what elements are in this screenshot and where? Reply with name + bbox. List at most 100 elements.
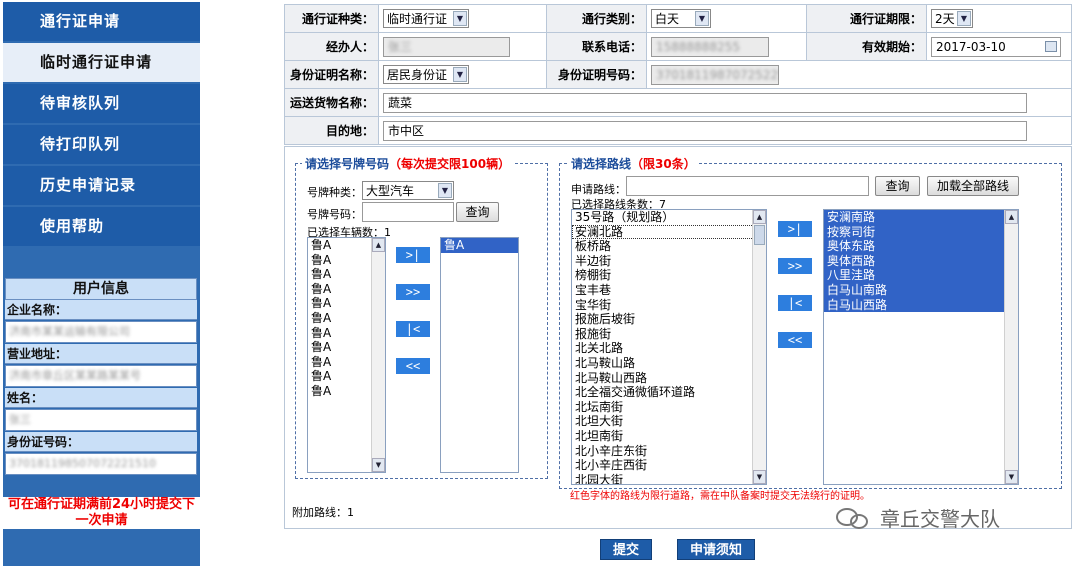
plate-remove-button[interactable]: |< — [396, 321, 430, 337]
id-type-select[interactable]: 居民身份证 ▼ — [383, 65, 469, 84]
scrollbar[interactable]: ▲ ▼ — [371, 238, 385, 472]
sidebar-item-history[interactable]: 历史申请记录 — [3, 166, 200, 205]
sidebar-item-help[interactable]: 使用帮助 — [3, 207, 200, 246]
address-label: 营业地址： — [5, 344, 197, 364]
list-item[interactable]: 北马鞍山路 — [572, 356, 766, 371]
id-no-input[interactable]: 370181198707252255 — [651, 64, 779, 85]
id-value: 370181198507072221510 — [5, 453, 197, 475]
extra-route-count: 附加路线：1 — [292, 506, 354, 519]
selected-plates-list[interactable]: 鲁A — [440, 237, 519, 473]
list-item[interactable]: 奥体西路 — [824, 253, 1018, 269]
route-add-button[interactable]: >| — [778, 221, 812, 237]
dest-label: 目的地： — [284, 116, 379, 145]
list-item[interactable]: 按察司街 — [824, 224, 1018, 240]
plate-remove-all-button[interactable]: << — [396, 358, 430, 374]
category-label: 通行类别： — [546, 4, 647, 33]
list-item[interactable]: 板桥路 — [572, 239, 766, 254]
scrollbar[interactable]: ▲ ▼ — [752, 210, 766, 484]
plate-add-all-button[interactable]: >> — [396, 284, 430, 300]
plate-query-button[interactable]: 查询 — [456, 202, 499, 222]
id-no-label: 身份证明号码： — [546, 60, 647, 89]
plate-type-select[interactable]: 大型汽车 ▼ — [362, 181, 454, 200]
list-item[interactable]: 白马山南路 — [824, 282, 1018, 298]
id-type-label: 身份证明名称： — [284, 60, 379, 89]
available-plates-list[interactable]: 鲁A 鲁A 鲁A 鲁A 鲁A 鲁A 鲁A 鲁A 鲁A 鲁A 鲁A ▲ ▼ — [307, 237, 386, 473]
plate-add-button[interactable]: >| — [396, 247, 430, 263]
list-item[interactable]: 安澜北路 — [572, 224, 766, 240]
goods-input[interactable]: 蔬菜 — [383, 92, 1027, 113]
phone-input[interactable]: 15888888255 — [651, 36, 769, 57]
list-item[interactable]: 北坦南街 — [572, 429, 766, 444]
list-item[interactable]: 35号路（规划路） — [572, 210, 766, 225]
watermark: 章丘交警大队 — [836, 503, 1000, 532]
address-value: 济南市章丘区某某路某某号 — [5, 365, 197, 387]
sidebar-item-pending-print[interactable]: 待打印队列 — [3, 125, 200, 164]
selected-routes-list[interactable]: 安澜南路 按察司街 奥体东路 奥体西路 八里洼路 白马山南路 白马山西路 ▲ ▼ — [823, 209, 1019, 485]
name-label: 姓名： — [5, 388, 197, 408]
plate-no-input[interactable] — [362, 202, 454, 222]
list-item[interactable]: 北园大街 — [572, 473, 766, 484]
sidebar-item-pass-apply[interactable]: 通行证申请 — [3, 2, 200, 41]
period-label: 通行证期限： — [806, 4, 927, 33]
list-item[interactable]: 榜棚街 — [572, 268, 766, 283]
list-item[interactable]: 奥体东路 — [824, 239, 1018, 254]
route-legend: 请选择路线（限30条） — [568, 155, 699, 172]
plate-legend: 请选择号牌号码（每次提交限100辆） — [302, 155, 514, 172]
chevron-down-icon: ▼ — [695, 11, 709, 26]
plate-type-label: 号牌种类： — [307, 186, 362, 199]
phone-label: 联系电话： — [546, 32, 647, 61]
list-item[interactable]: 北马鞍山西路 — [572, 371, 766, 386]
dest-input[interactable]: 市中区 — [383, 120, 1027, 141]
pass-type-label: 通行证种类： — [284, 4, 379, 33]
valid-start-input[interactable]: 2017-03-10 — [931, 36, 1061, 57]
scrollbar[interactable]: ▲ ▼ — [1004, 210, 1018, 484]
list-item[interactable]: 八里洼路 — [824, 268, 1018, 283]
user-info-panel: 用户信息 企业名称： 济南市某某运输有限公司 营业地址： 济南市章丘区某某路某某… — [5, 278, 197, 476]
application-notice-button[interactable]: 申请须知 — [677, 539, 755, 560]
handler-input[interactable]: 张三 — [383, 36, 510, 57]
list-item[interactable]: 北关北路 — [572, 341, 766, 356]
handler-label: 经办人： — [284, 32, 379, 61]
pass-type-select[interactable]: 临时通行证 ▼ — [383, 9, 469, 28]
category-select[interactable]: 白天 ▼ — [651, 9, 711, 28]
chevron-down-icon: ▼ — [453, 67, 467, 82]
sidebar-item-temp-pass-apply[interactable]: 临时通行证申请 — [3, 43, 200, 82]
list-item[interactable]: 宝华街 — [572, 298, 766, 313]
list-item[interactable]: 宝丰巷 — [572, 283, 766, 298]
calendar-icon[interactable] — [1045, 41, 1057, 52]
list-item[interactable]: 北小辛庄西街 — [572, 458, 766, 473]
list-item[interactable]: 半边街 — [572, 254, 766, 269]
sidebar-item-pending-review[interactable]: 待审核队列 — [3, 84, 200, 123]
route-add-all-button[interactable]: >> — [778, 258, 812, 274]
list-item[interactable]: 鲁A — [441, 238, 518, 253]
list-item[interactable]: 北坦大街 — [572, 414, 766, 429]
plate-selection-box: 请选择号牌号码（每次提交限100辆） 号牌种类： 大型汽车 ▼ 号牌号码： 查询 … — [295, 155, 548, 479]
available-routes-list[interactable]: 35号路（规划路） 安澜北路 板桥路 半边街 榜棚街 宝丰巷 宝华街 报施后坡街 报施街 北关北路… — [571, 209, 767, 485]
route-label: 申请路线： — [571, 183, 626, 196]
user-info-title: 用户信息 — [5, 278, 197, 300]
chevron-down-icon: ▼ — [453, 11, 467, 26]
route-input[interactable] — [626, 176, 869, 196]
load-all-routes-button[interactable]: 加载全部路线 — [927, 176, 1019, 196]
list-item[interactable]: 白马山西路 — [824, 297, 1018, 313]
list-item[interactable]: 安澜南路 — [824, 210, 1018, 225]
route-remove-all-button[interactable]: << — [778, 332, 812, 348]
chevron-down-icon: ▼ — [438, 183, 452, 198]
chevron-down-icon: ▼ — [957, 11, 971, 26]
list-item[interactable]: 报施街 — [572, 327, 766, 342]
route-remove-button[interactable]: |< — [778, 295, 812, 311]
submit-button[interactable]: 提交 — [600, 539, 652, 560]
plate-no-label: 号牌号码： — [307, 208, 362, 221]
valid-start-label: 有效期始： — [806, 32, 927, 61]
wechat-icon — [836, 506, 872, 530]
list-item[interactable]: 北小辛庄东街 — [572, 444, 766, 459]
name-value: 张三 — [5, 409, 197, 431]
goods-label: 运送货物名称： — [284, 88, 379, 117]
route-query-button[interactable]: 查询 — [875, 176, 920, 196]
company-value: 济南市某某运输有限公司 — [5, 321, 197, 343]
period-select[interactable]: 2天 ▼ — [931, 9, 973, 28]
restricted-route-warning: 红色字体的路线为限行道路，需在中队备案时提交无法绕行的证明。 — [570, 491, 870, 502]
list-item[interactable]: 北全福交通微循环道路 — [572, 385, 766, 400]
list-item[interactable]: 报施后坡街 — [572, 312, 766, 327]
list-item[interactable]: 北坛南街 — [572, 400, 766, 415]
